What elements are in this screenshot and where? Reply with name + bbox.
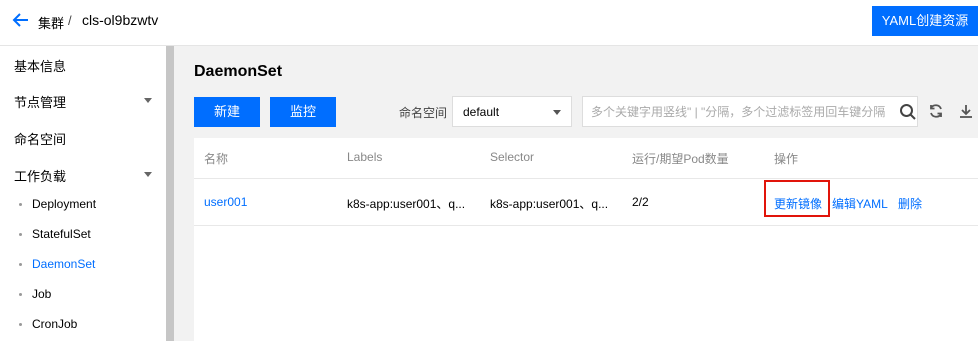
sidebar-sub-item-statefulset[interactable]: StatefulSet <box>32 227 91 241</box>
cell-pods: 2/2 <box>632 195 649 209</box>
page-title: DaemonSet <box>194 63 283 80</box>
bullet-dot <box>19 263 22 266</box>
bullet-dot <box>19 203 22 206</box>
bullet-dot <box>19 293 22 296</box>
column-header-selector: Selector <box>490 150 535 164</box>
daemonset-name-link[interactable]: user001 <box>204 195 247 209</box>
sidebar-sub-item-deployment[interactable]: Deployment <box>32 197 96 211</box>
namespace-label: 命名空间 <box>399 106 448 120</box>
table-divider <box>194 178 978 179</box>
top-bar: 集群 / cls-ol9bzwtv YAML创建资源 <box>0 0 978 46</box>
refresh-icon[interactable] <box>928 103 944 119</box>
monitor-button[interactable]: 监控 <box>270 97 336 127</box>
yaml-create-button[interactable]: YAML创建资源 <box>872 6 978 36</box>
column-header-pods: 运行/期望Pod数量 <box>632 152 729 166</box>
new-button[interactable]: 新建 <box>194 97 260 127</box>
sidebar: 基本信息 节点管理 命名空间 工作负载 Deployment StatefulS… <box>0 46 166 341</box>
back-arrow-icon[interactable] <box>12 11 30 29</box>
breadcrumb-cluster-link[interactable]: 集群 <box>38 13 64 32</box>
column-header-actions: 操作 <box>774 152 799 166</box>
search-box <box>582 96 918 127</box>
column-header-name: 名称 <box>204 152 229 166</box>
bullet-dot <box>19 323 22 326</box>
table-divider <box>194 225 978 226</box>
namespace-value: default <box>463 105 500 119</box>
highlight-box <box>764 180 830 217</box>
cell-selector: k8s-app:user001、q... <box>490 197 609 211</box>
breadcrumb-current: cls-ol9bzwtv <box>82 12 159 28</box>
sidebar-item-basic-info[interactable]: 基本信息 <box>14 56 66 75</box>
sidebar-item-node-management[interactable]: 节点管理 <box>14 92 66 111</box>
breadcrumb-separator: / <box>68 13 72 28</box>
delete-link[interactable]: 删除 <box>898 195 922 212</box>
cell-labels: k8s-app:user001、q... <box>347 197 466 211</box>
chevron-down-icon <box>144 172 152 177</box>
chevron-down-icon <box>553 110 561 115</box>
download-icon[interactable] <box>958 103 974 119</box>
bullet-dot <box>19 233 22 236</box>
sidebar-item-workload[interactable]: 工作负载 <box>14 166 66 185</box>
search-icon[interactable] <box>899 103 917 121</box>
namespace-select[interactable]: default <box>452 96 572 127</box>
sidebar-scrollbar[interactable] <box>166 46 174 341</box>
search-input[interactable] <box>591 104 889 120</box>
sidebar-item-namespace[interactable]: 命名空间 <box>14 129 66 148</box>
daemonset-table: 名称 Labels Selector 运行/期望Pod数量 操作 user001… <box>194 138 978 341</box>
sidebar-sub-item-daemonset[interactable]: DaemonSet <box>32 257 95 271</box>
chevron-down-icon <box>144 98 152 103</box>
sidebar-sub-item-job[interactable]: Job <box>32 287 51 301</box>
column-header-labels: Labels <box>347 150 383 164</box>
sidebar-sub-item-cronjob[interactable]: CronJob <box>32 317 77 331</box>
main-content: DaemonSet 新建 监控 命名空间 default 名称 Labels S… <box>174 46 978 341</box>
edit-yaml-link[interactable]: 编辑YAML <box>832 195 888 212</box>
